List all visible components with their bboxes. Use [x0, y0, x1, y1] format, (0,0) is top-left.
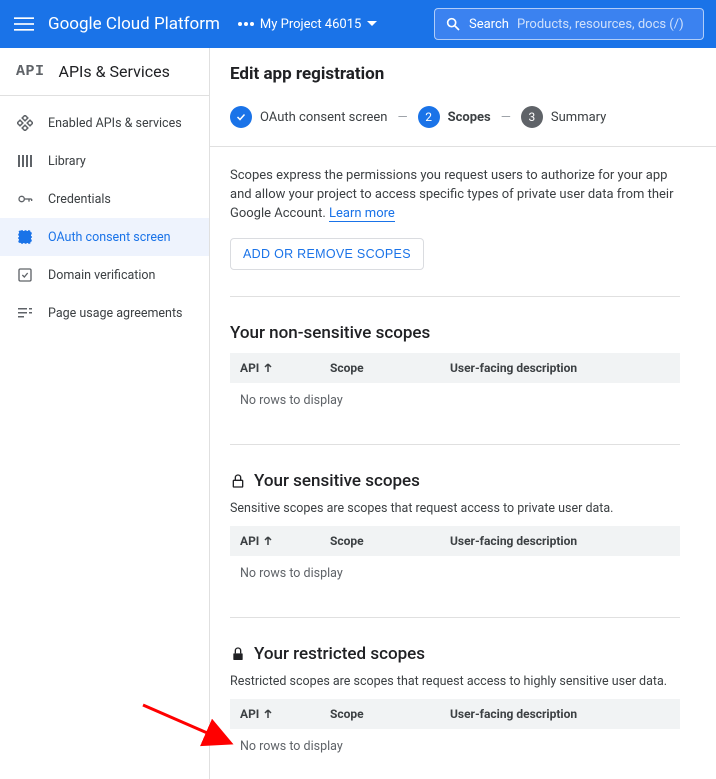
- col-api-label: API: [240, 361, 259, 375]
- chevron-down-icon: [367, 19, 377, 29]
- sidebar-item-label: Domain verification: [48, 268, 155, 283]
- search-label: Search: [469, 17, 509, 32]
- project-picker[interactable]: My Project 46015: [232, 13, 383, 36]
- sidebar-item-label: Credentials: [48, 192, 111, 207]
- intro-body: Scopes express the permissions you reque…: [230, 168, 674, 221]
- search-input[interactable]: Search Products, resources, docs (/): [434, 8, 704, 40]
- sidebar-title[interactable]: API APIs & Services: [0, 48, 209, 96]
- sidebar-title-label: APIs & Services: [59, 62, 170, 81]
- col-desc[interactable]: User-facing description: [450, 707, 670, 721]
- diamond-icon: [16, 114, 34, 132]
- step-divider: —: [501, 110, 511, 125]
- nonsensitive-table: API Scope User-facing description No row…: [230, 353, 680, 418]
- library-icon: [16, 152, 34, 170]
- col-desc[interactable]: User-facing description: [450, 361, 670, 375]
- empty-rows: No rows to display: [230, 729, 680, 764]
- sidebar-item-page-usage[interactable]: Page usage agreements: [0, 294, 209, 332]
- gcp-header: Google Cloud Platform My Project 46015 S…: [0, 0, 716, 48]
- sidebar: API APIs & Services Enabled APIs & servi…: [0, 48, 210, 779]
- sensitive-title-label: Your sensitive scopes: [254, 471, 420, 491]
- restricted-title-label: Your restricted scopes: [254, 644, 425, 664]
- sidebar-item-library[interactable]: Library: [0, 142, 209, 180]
- col-api-label: API: [240, 534, 259, 548]
- step-number: 2: [418, 106, 440, 128]
- sidebar-item-label: OAuth consent screen: [48, 230, 171, 245]
- step-summary[interactable]: 3 Summary: [521, 106, 606, 128]
- col-desc[interactable]: User-facing description: [450, 534, 670, 548]
- step-label: Summary: [551, 110, 606, 125]
- sidebar-item-label: Library: [48, 154, 86, 169]
- col-scope[interactable]: Scope: [330, 707, 450, 721]
- sidebar-item-oauth-consent[interactable]: OAuth consent screen: [0, 218, 209, 256]
- section-divider: [230, 444, 680, 445]
- stepper: OAuth consent screen — 2 Scopes — 3 Summ…: [210, 98, 716, 147]
- sidebar-item-enabled-apis[interactable]: Enabled APIs & services: [0, 104, 209, 142]
- project-icon: [238, 22, 254, 26]
- table-header: API Scope User-facing description: [230, 699, 680, 729]
- restricted-title: Your restricted scopes: [230, 644, 680, 664]
- main-content: Edit app registration OAuth consent scre…: [210, 48, 716, 779]
- check-circle-icon: [230, 106, 252, 128]
- lock-outline-icon: [230, 473, 246, 489]
- step-number: 3: [521, 106, 543, 128]
- step-scopes[interactable]: 2 Scopes: [418, 106, 491, 128]
- page-title: Edit app registration: [210, 48, 716, 98]
- sidebar-item-credentials[interactable]: Credentials: [0, 180, 209, 218]
- api-logo: API: [16, 63, 45, 80]
- col-api[interactable]: API: [240, 361, 330, 375]
- agreement-icon: [16, 304, 34, 322]
- search-placeholder: Products, resources, docs (/): [517, 17, 684, 32]
- sensitive-title: Your sensitive scopes: [230, 471, 680, 491]
- search-icon: [445, 16, 461, 32]
- col-api[interactable]: API: [240, 534, 330, 548]
- step-label: OAuth consent screen: [260, 110, 387, 125]
- sidebar-item-label: Enabled APIs & services: [48, 116, 182, 131]
- menu-icon[interactable]: [12, 12, 36, 36]
- col-api[interactable]: API: [240, 707, 330, 721]
- step-oauth-consent[interactable]: OAuth consent screen: [230, 106, 387, 128]
- consent-icon: [16, 228, 34, 246]
- section-divider: [230, 296, 680, 297]
- step-label: Scopes: [448, 110, 491, 125]
- brand-label: Google Cloud Platform: [48, 14, 220, 34]
- key-icon: [16, 190, 34, 208]
- table-header: API Scope User-facing description: [230, 353, 680, 383]
- empty-rows: No rows to display: [230, 383, 680, 418]
- sort-up-icon: [263, 536, 273, 546]
- sort-up-icon: [263, 363, 273, 373]
- project-name: My Project 46015: [260, 17, 361, 32]
- nonsensitive-title: Your non-sensitive scopes: [230, 323, 680, 343]
- sidebar-item-domain-verification[interactable]: Domain verification: [0, 256, 209, 294]
- empty-rows: No rows to display: [230, 556, 680, 591]
- sidebar-item-label: Page usage agreements: [48, 306, 183, 321]
- check-icon: [16, 266, 34, 284]
- col-api-label: API: [240, 707, 259, 721]
- restricted-table: API Scope User-facing description No row…: [230, 699, 680, 764]
- lock-icon: [230, 646, 246, 662]
- col-scope[interactable]: Scope: [330, 361, 450, 375]
- sort-up-icon: [263, 709, 273, 719]
- learn-more-link[interactable]: Learn more: [329, 206, 395, 222]
- sensitive-desc: Sensitive scopes are scopes that request…: [230, 501, 680, 516]
- step-divider: —: [397, 110, 407, 125]
- add-remove-scopes-button[interactable]: ADD OR REMOVE SCOPES: [230, 238, 424, 270]
- sensitive-table: API Scope User-facing description No row…: [230, 526, 680, 591]
- intro-text: Scopes express the permissions you reque…: [230, 167, 680, 224]
- section-divider: [230, 617, 680, 618]
- table-header: API Scope User-facing description: [230, 526, 680, 556]
- restricted-desc: Restricted scopes are scopes that reques…: [230, 674, 680, 689]
- col-scope[interactable]: Scope: [330, 534, 450, 548]
